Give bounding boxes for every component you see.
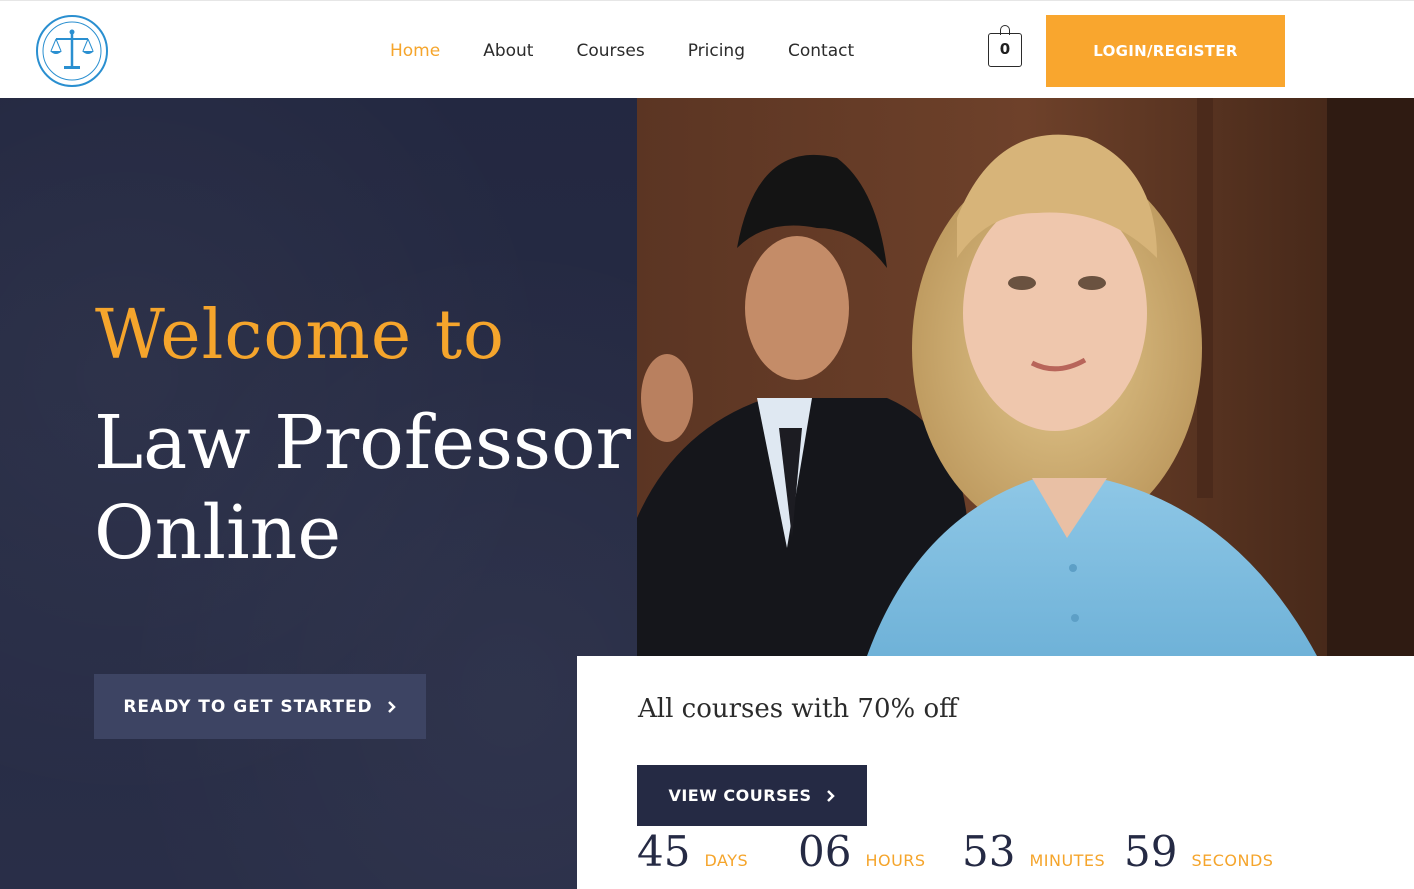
nav-contact[interactable]: Contact xyxy=(788,39,854,63)
countdown-days-value: 45 xyxy=(637,827,691,876)
chevron-right-icon xyxy=(826,789,835,802)
countdown-minutes-value: 53 xyxy=(962,827,1016,876)
scales-of-justice-icon xyxy=(42,21,102,81)
nav-courses[interactable]: Courses xyxy=(576,39,644,63)
countdown-hours: 06 HOURS xyxy=(798,826,926,878)
countdown-seconds: 59 SECONDS xyxy=(1124,826,1273,878)
countdown-seconds-label: SECONDS xyxy=(1191,851,1274,870)
main-nav: Home About Courses Pricing Contact xyxy=(390,39,897,63)
hero-title-line1: Law Professor xyxy=(94,400,631,486)
hero-welcome: Welcome to xyxy=(95,296,505,375)
view-courses-button[interactable]: VIEW COURSES xyxy=(637,765,867,826)
login-register-button[interactable]: LOGIN/REGISTER xyxy=(1046,15,1285,87)
site-header: Home About Courses Pricing Contact 0 LOG… xyxy=(0,0,1414,98)
cart-button[interactable]: 0 xyxy=(988,25,1022,67)
courtroom-photo-illustration xyxy=(637,98,1414,656)
offer-text: All courses with 70% off xyxy=(638,694,958,724)
countdown-timer: 45 DAYS 06 HOURS 53 MINUTES 59 SECONDS xyxy=(637,826,1397,886)
ready-to-get-started-button[interactable]: READY TO GET STARTED xyxy=(94,674,426,739)
countdown-hours-value: 06 xyxy=(798,827,852,876)
countdown-minutes-label: MINUTES xyxy=(1029,851,1106,870)
logo[interactable] xyxy=(36,15,108,87)
nav-pricing[interactable]: Pricing xyxy=(688,39,745,63)
hero-title-line2: Online xyxy=(94,490,342,576)
hero-title: Law Professor Online xyxy=(94,398,634,578)
ready-button-label: READY TO GET STARTED xyxy=(123,696,373,717)
countdown-hours-label: HOURS xyxy=(865,851,926,870)
nav-about[interactable]: About xyxy=(483,39,533,63)
view-courses-label: VIEW COURSES xyxy=(668,786,812,805)
countdown-days: 45 DAYS xyxy=(637,826,748,878)
hero-panel: Welcome to Law Professor Online READY TO… xyxy=(0,98,637,889)
countdown-minutes: 53 MINUTES xyxy=(962,826,1105,878)
cart-count: 0 xyxy=(999,40,1011,58)
offer-card: All courses with 70% off VIEW COURSES 45… xyxy=(577,656,1414,889)
hero-photo xyxy=(637,98,1414,656)
shopping-bag-icon xyxy=(1000,25,1010,35)
nav-home[interactable]: Home xyxy=(390,39,440,63)
countdown-seconds-value: 59 xyxy=(1124,827,1178,876)
countdown-days-label: DAYS xyxy=(704,851,749,870)
chevron-right-icon xyxy=(387,700,396,713)
